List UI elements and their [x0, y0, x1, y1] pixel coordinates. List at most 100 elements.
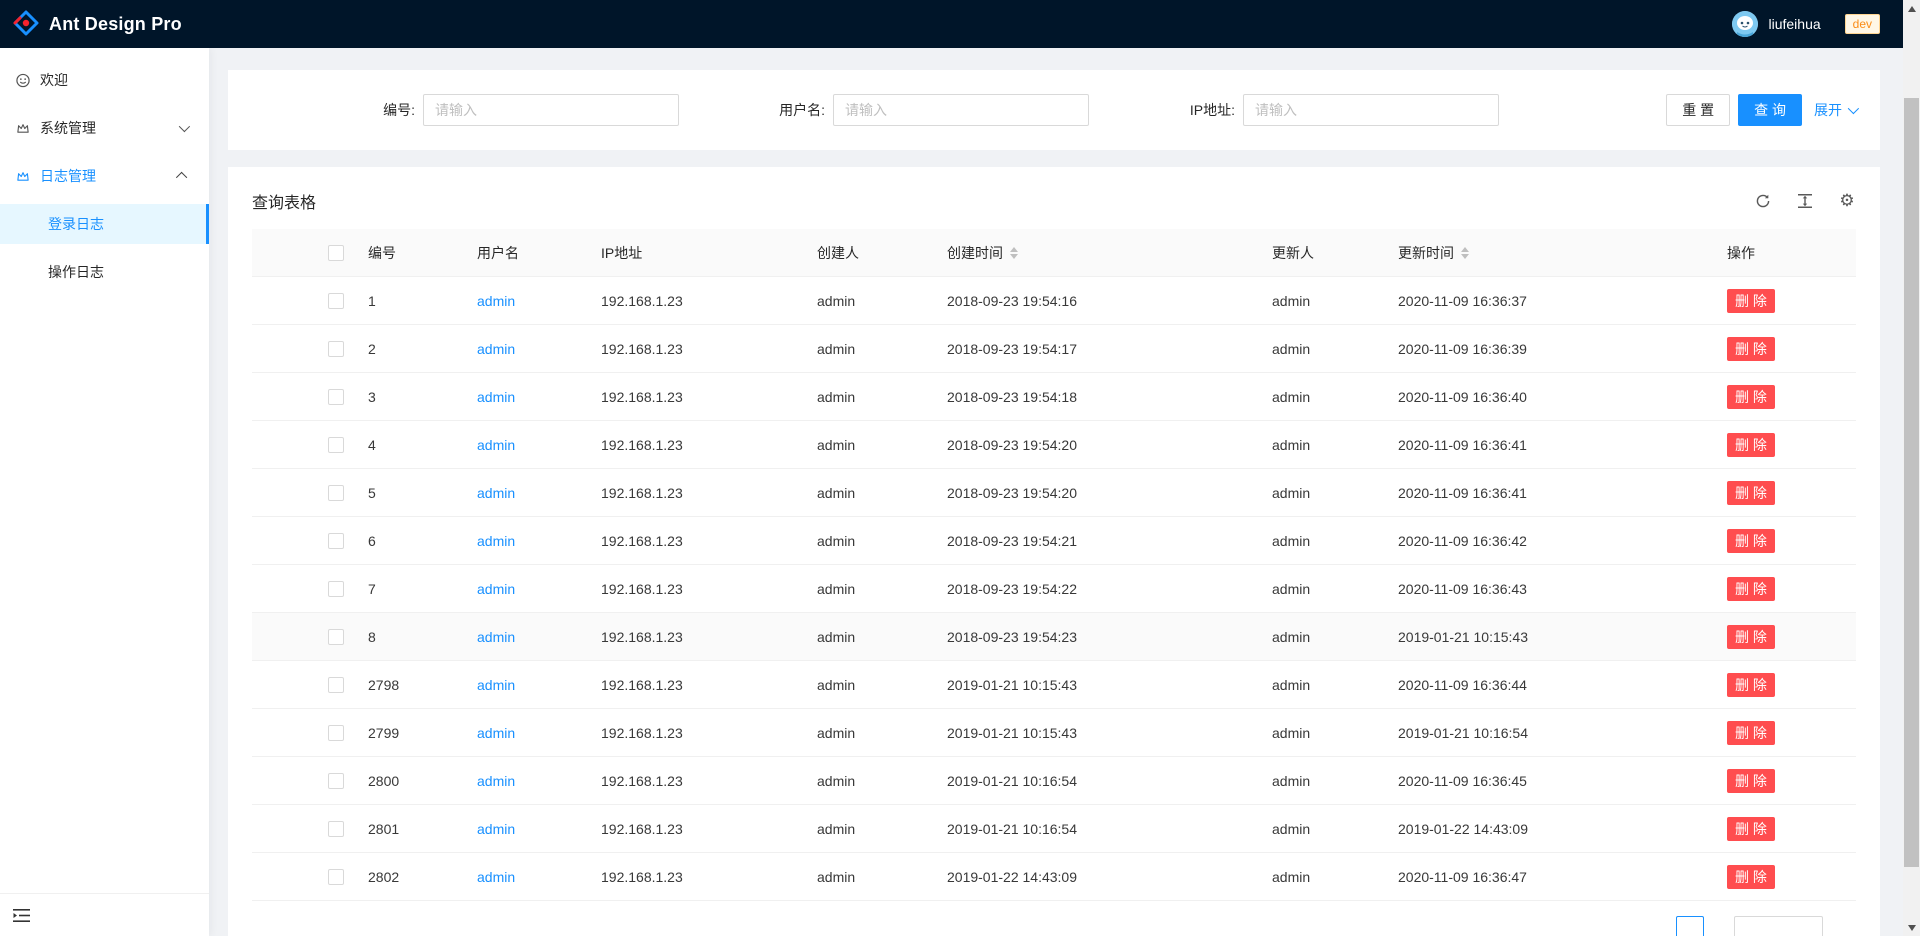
sorter-icon	[1461, 247, 1469, 259]
sidebar-item-label: 登录日志	[48, 214, 193, 234]
delete-button[interactable]: 删 除	[1727, 673, 1775, 697]
delete-button[interactable]: 删 除	[1727, 865, 1775, 889]
username-link[interactable]: admin	[477, 533, 515, 549]
table-row: 2799 admin 192.168.1.23 admin 2019-01-21…	[252, 709, 1856, 757]
sidebar-item-welcome[interactable]: 欢迎	[0, 60, 209, 100]
delete-button[interactable]: 删 除	[1727, 385, 1775, 409]
username-link[interactable]: admin	[477, 773, 515, 789]
row-checkbox[interactable]	[328, 821, 344, 837]
cell-creator: admin	[817, 293, 947, 309]
username[interactable]: liufeihua	[1768, 16, 1820, 32]
row-checkbox[interactable]	[328, 389, 344, 405]
query-button[interactable]: 查 询	[1738, 94, 1802, 126]
logo-area[interactable]: Ant Design Pro	[13, 10, 182, 39]
cell-creator: admin	[817, 485, 947, 501]
cell-updated-time: 2020-11-09 16:36:37	[1398, 293, 1727, 309]
column-header-updated-sort[interactable]: 更新时间	[1398, 243, 1469, 263]
delete-button[interactable]: 删 除	[1727, 289, 1775, 313]
reset-button[interactable]: 重 置	[1666, 94, 1730, 126]
cell-created-time: 2018-09-23 19:54:17	[947, 341, 1272, 357]
cell-creator: admin	[817, 389, 947, 405]
density-icon[interactable]	[1796, 192, 1814, 210]
row-checkbox[interactable]	[328, 869, 344, 885]
cell-updater: admin	[1272, 533, 1398, 549]
username-link[interactable]: admin	[477, 821, 515, 837]
cell-id: 2799	[368, 725, 477, 741]
form-item-username: 用户名:	[679, 94, 1089, 126]
pagination-page-1-button[interactable]	[1676, 916, 1704, 936]
username-link[interactable]: admin	[477, 293, 515, 309]
column-header-created-sort[interactable]: 创建时间	[947, 243, 1018, 263]
cell-ip: 192.168.1.23	[601, 581, 817, 597]
cell-creator: admin	[817, 629, 947, 645]
row-checkbox[interactable]	[328, 533, 344, 549]
pagination-size-select[interactable]	[1734, 916, 1823, 936]
refresh-icon[interactable]	[1754, 192, 1772, 210]
cell-updater: admin	[1272, 485, 1398, 501]
delete-button[interactable]: 删 除	[1727, 721, 1775, 745]
username-link[interactable]: admin	[477, 437, 515, 453]
username-link[interactable]: admin	[477, 581, 515, 597]
sidebar-item-login-log[interactable]: 登录日志	[0, 204, 209, 244]
username-link[interactable]: admin	[477, 629, 515, 645]
sidebar-item-label: 日志管理	[40, 166, 179, 186]
username-link[interactable]: admin	[477, 677, 515, 693]
user-avatar[interactable]	[1732, 11, 1758, 37]
cell-created-time: 2018-09-23 19:54:23	[947, 629, 1272, 645]
delete-button[interactable]: 删 除	[1727, 337, 1775, 361]
table-row: 7 admin 192.168.1.23 admin 2018-09-23 19…	[252, 565, 1856, 613]
cell-created-time: 2019-01-21 10:15:43	[947, 725, 1272, 741]
username-link[interactable]: admin	[477, 341, 515, 357]
ip-field[interactable]	[1243, 94, 1499, 126]
row-checkbox[interactable]	[328, 725, 344, 741]
username-field[interactable]	[833, 94, 1089, 126]
expand-link[interactable]: 展开	[1814, 100, 1856, 120]
username-link[interactable]: admin	[477, 485, 515, 501]
ip-field-label: IP地址:	[1089, 100, 1243, 120]
delete-button[interactable]: 删 除	[1727, 481, 1775, 505]
sidebar-item-system-management[interactable]: 系统管理	[0, 108, 209, 148]
delete-button[interactable]: 删 除	[1727, 433, 1775, 457]
select-all-checkbox[interactable]	[328, 245, 344, 261]
delete-button[interactable]: 删 除	[1727, 817, 1775, 841]
column-header-id: 编号	[368, 243, 477, 263]
username-link[interactable]: admin	[477, 725, 515, 741]
delete-button[interactable]: 删 除	[1727, 625, 1775, 649]
row-checkbox[interactable]	[328, 341, 344, 357]
cell-id: 1	[368, 293, 477, 309]
cell-updater: admin	[1272, 389, 1398, 405]
sidebar-item-operation-log[interactable]: 操作日志	[0, 252, 209, 292]
table-row: 4 admin 192.168.1.23 admin 2018-09-23 19…	[252, 421, 1856, 469]
table-row: 1 admin 192.168.1.23 admin 2018-09-23 19…	[252, 277, 1856, 325]
cell-ip: 192.168.1.23	[601, 485, 817, 501]
row-checkbox[interactable]	[328, 485, 344, 501]
delete-button[interactable]: 删 除	[1727, 577, 1775, 601]
username-link[interactable]: admin	[477, 389, 515, 405]
id-field[interactable]	[423, 94, 679, 126]
settings-icon[interactable]: ⚙	[1838, 192, 1856, 210]
scrollbar-down-arrow[interactable]	[1903, 919, 1920, 936]
delete-button[interactable]: 删 除	[1727, 529, 1775, 553]
delete-button[interactable]: 删 除	[1727, 769, 1775, 793]
row-checkbox[interactable]	[328, 677, 344, 693]
cell-id: 5	[368, 485, 477, 501]
row-checkbox[interactable]	[328, 293, 344, 309]
cell-creator: admin	[817, 533, 947, 549]
sidebar-item-log-management[interactable]: 日志管理	[0, 156, 209, 196]
cell-creator: admin	[817, 677, 947, 693]
cell-creator: admin	[817, 341, 947, 357]
row-checkbox[interactable]	[328, 437, 344, 453]
cell-updated-time: 2020-11-09 16:36:41	[1398, 437, 1727, 453]
row-checkbox[interactable]	[328, 581, 344, 597]
cell-updater: admin	[1272, 869, 1398, 885]
app-header: Ant Design Pro liufeihua dev	[0, 0, 1920, 48]
row-checkbox[interactable]	[328, 773, 344, 789]
expand-link-label: 展开	[1814, 100, 1842, 120]
form-item-ip: IP地址:	[1089, 94, 1499, 126]
username-link[interactable]: admin	[477, 869, 515, 885]
menu-fold-icon[interactable]	[13, 905, 33, 925]
cell-ip: 192.168.1.23	[601, 341, 817, 357]
scrollbar-up-arrow[interactable]	[1903, 0, 1920, 17]
scrollbar-thumb[interactable]	[1904, 98, 1919, 867]
row-checkbox[interactable]	[328, 629, 344, 645]
